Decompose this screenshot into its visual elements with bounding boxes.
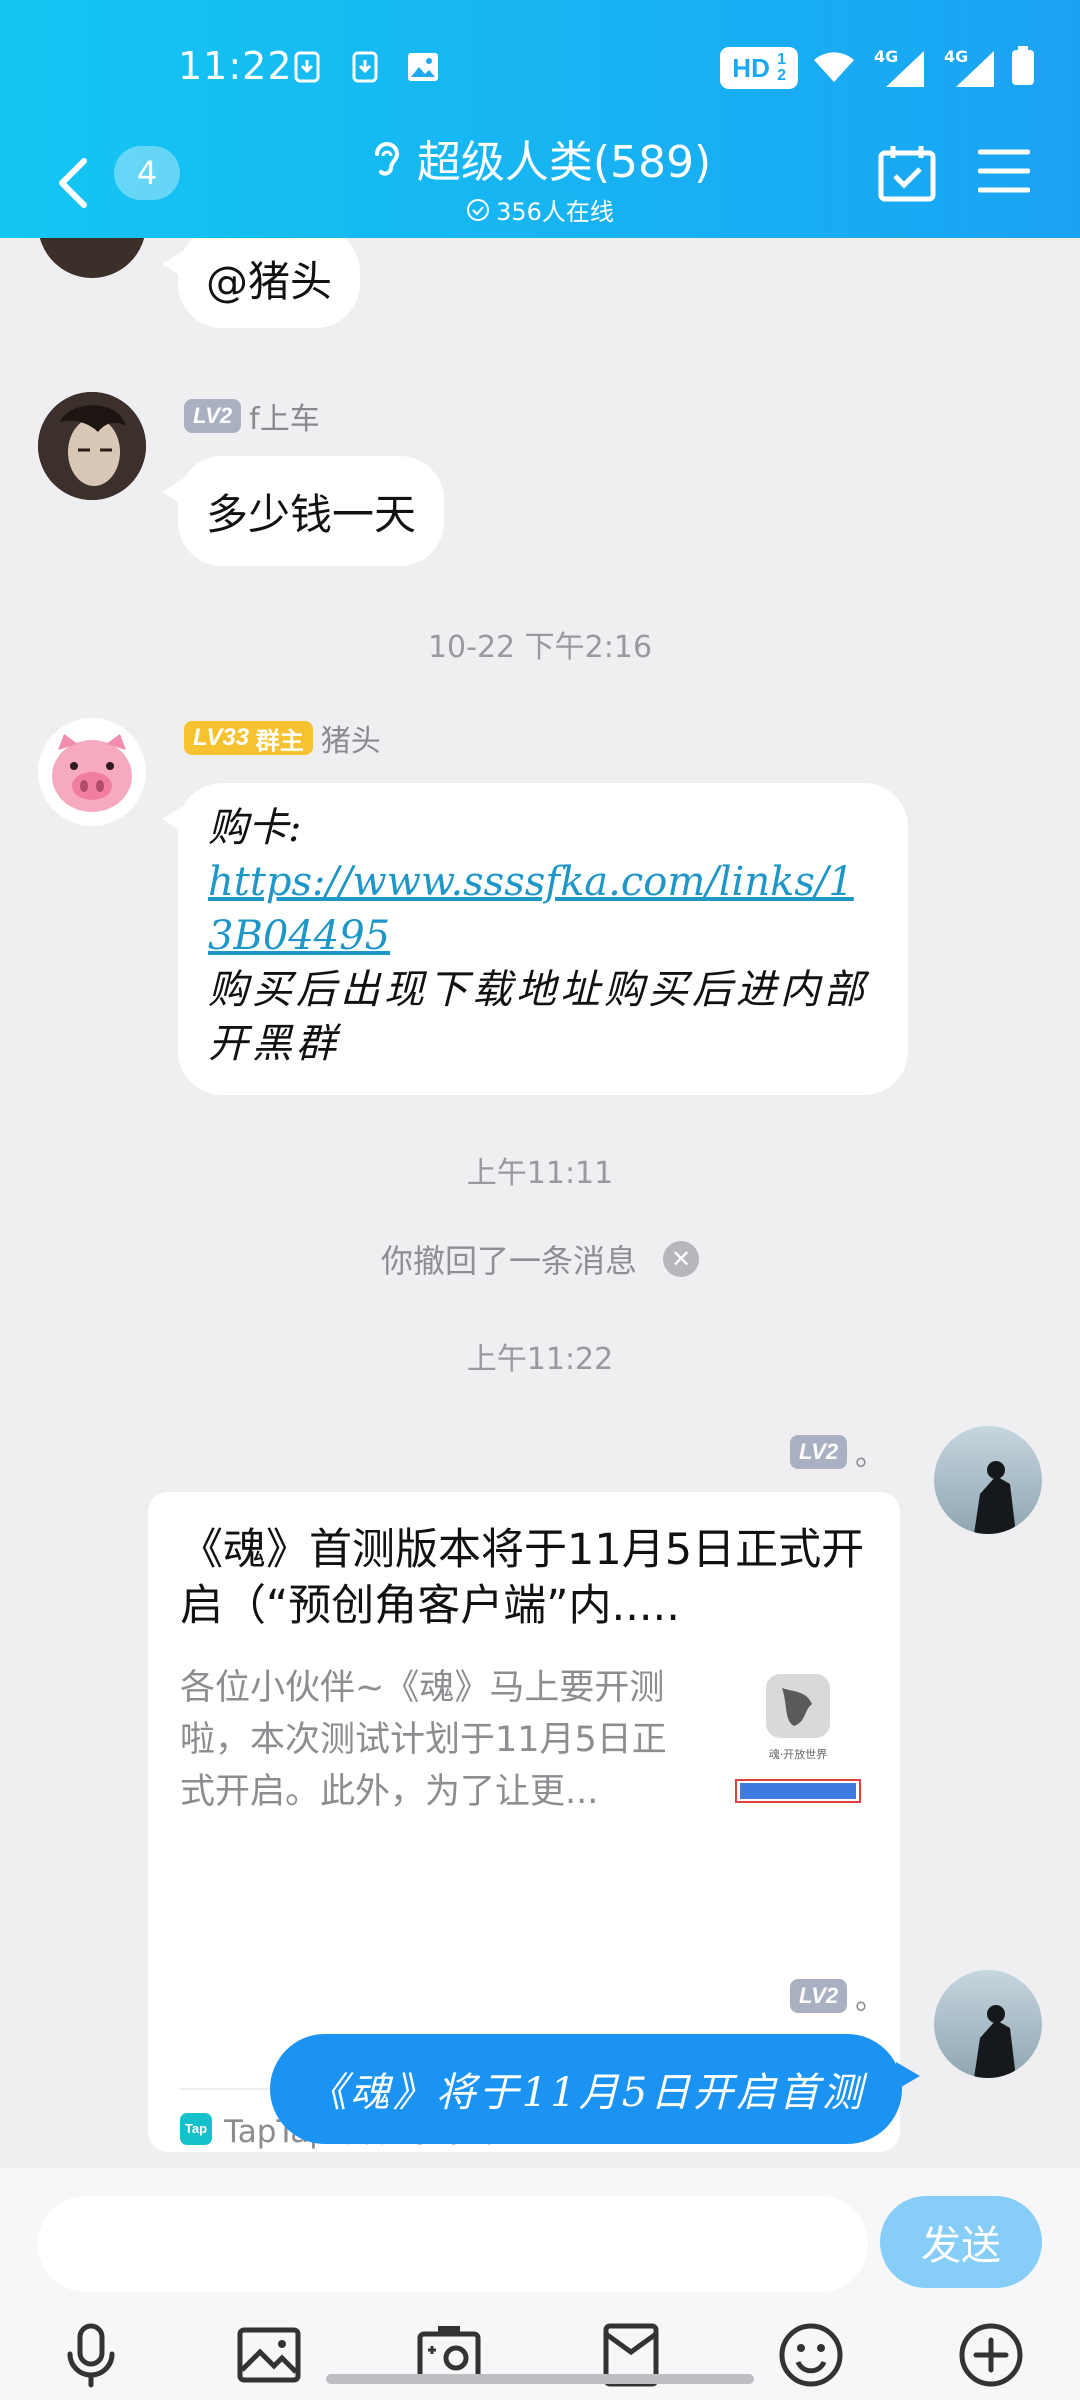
sender-meta: LV2 f上车 (184, 394, 320, 438)
card-thumbnail: 魂·开放世界 (726, 1668, 870, 1812)
hamburger-menu-icon (977, 149, 1031, 193)
avatar[interactable] (38, 718, 146, 826)
message-bubble[interactable]: @猪头 (161, 238, 361, 328)
taptap-logo-icon: Tap (180, 2112, 212, 2145)
close-icon[interactable]: ✕ (663, 1241, 699, 1277)
level-badge: LV33 群主 (184, 721, 313, 755)
recall-notice: 你撤回了一条消息 ✕ (0, 1236, 1080, 1282)
calendar-check-button[interactable] (878, 144, 936, 202)
level-badge: LV2 (790, 1979, 848, 2013)
header: 11:22 HD 12 4G 4G 4 超级人类(589) 356人在线 (0, 0, 1080, 238)
image-icon (406, 50, 440, 84)
avatar[interactable] (934, 1970, 1042, 2078)
send-button[interactable]: 发送 (880, 2196, 1042, 2288)
online-check-icon (467, 198, 490, 221)
thumbnail-caption: 魂·开放世界 (768, 1748, 828, 1761)
status-time: 11:22 (178, 44, 293, 88)
notification-icons (290, 50, 440, 84)
level-badge: LV2 (184, 399, 242, 433)
sender-name[interactable]: 猪头 (321, 716, 381, 760)
status-bar: 11:22 HD 12 4G 4G (0, 0, 1080, 136)
hd-badge: HD 12 (720, 47, 798, 89)
download-icon (290, 50, 324, 84)
level-badge: LV2 (790, 1435, 848, 1469)
message-input[interactable] (38, 2196, 868, 2292)
emoji-icon[interactable] (776, 2320, 846, 2390)
message-bubble[interactable]: 购卡: https://www.ssssfka.com/links/13B044… (162, 783, 908, 1095)
system-icons: HD 12 4G 4G (720, 46, 1036, 90)
message-link[interactable]: https://www.ssssfka.com/links/13B04495 (208, 859, 854, 959)
nav-bar: 4 超级人类(589) 356人在线 (0, 136, 1080, 238)
own-message-bubble[interactable]: 《魂》将于11月5日开启首测 (270, 2034, 920, 2144)
card-description: 各位小伙伴~《魂》马上要开测啦，本次测试计划于11月5日正式开启。此外，为了让更… (180, 1668, 667, 1812)
input-area: 发送 (0, 2168, 1080, 2400)
timestamp: 上午11:11 (466, 1156, 614, 1191)
microphone-icon[interactable] (56, 2320, 126, 2390)
avatar[interactable] (38, 238, 146, 278)
chat-title: 超级人类(589) (416, 137, 712, 188)
input-toolbar (0, 2316, 1080, 2400)
online-count: 356人在线 (496, 198, 614, 226)
signal-icon: 4G (870, 47, 926, 89)
timestamp: 上午11:22 (466, 1342, 614, 1377)
sender-meta: LV2 。 (790, 1430, 885, 1474)
card-title: 《魂》首测版本将于11月5日正式开启（“预创角客户端”内..... (180, 1525, 865, 1631)
plus-icon[interactable] (956, 2320, 1026, 2390)
home-indicator[interactable] (326, 2374, 754, 2384)
signal-icon: 4G (940, 47, 996, 89)
image-icon[interactable] (234, 2320, 304, 2390)
sender-name[interactable]: 。 (855, 1430, 885, 1474)
sender-meta: LV2 。 (790, 1974, 885, 2018)
sender-name[interactable]: 。 (855, 1974, 885, 2018)
avatar[interactable] (38, 392, 146, 500)
menu-button[interactable] (977, 148, 1031, 194)
pig-emoji-icon (38, 718, 146, 826)
sender-name[interactable]: f上车 (249, 394, 320, 438)
sender-meta: LV33 群主 猪头 (184, 716, 381, 760)
calendar-check-icon (878, 146, 936, 202)
chat-area[interactable]: @猪头 LV2 f上车 多少钱一天 10-22 下午2:16 LV33 群主 猪… (0, 238, 1080, 2168)
timestamp: 10-22 下午2:16 (427, 630, 653, 665)
message-bubble[interactable]: 多少钱一天 (161, 456, 445, 566)
download-icon (348, 50, 382, 84)
avatar[interactable] (934, 1426, 1042, 1534)
ear-icon (374, 142, 399, 176)
wifi-icon (812, 48, 856, 88)
battery-icon (1010, 46, 1036, 90)
